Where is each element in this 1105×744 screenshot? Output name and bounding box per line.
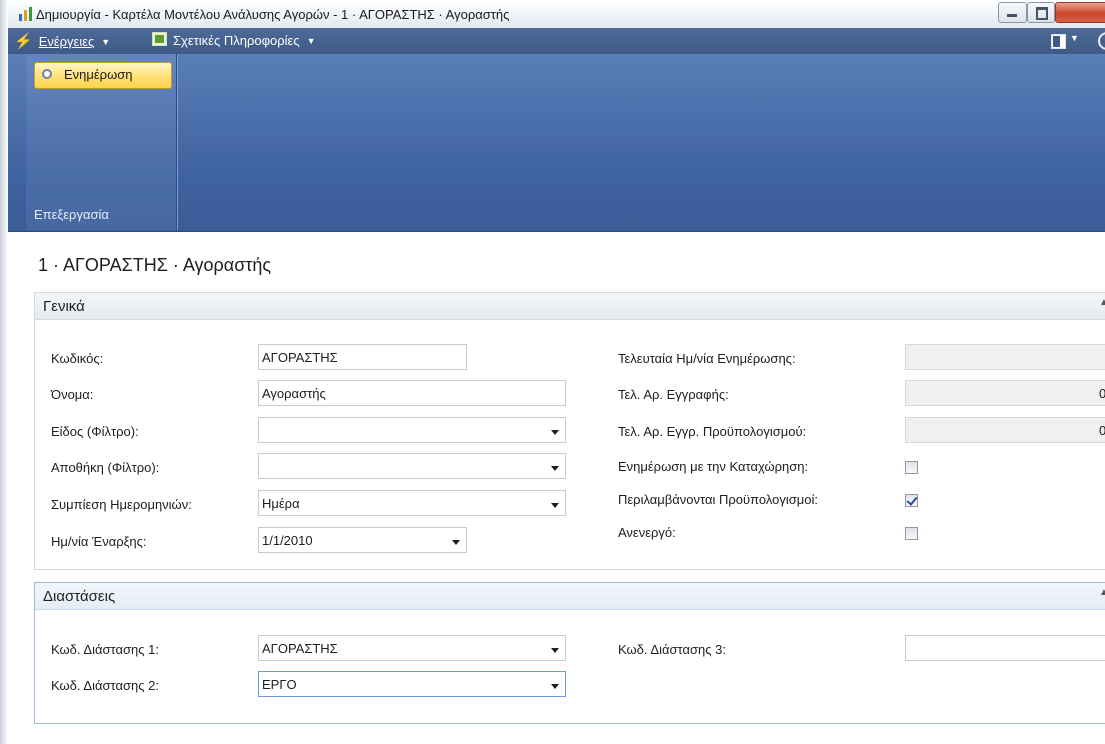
dimension-1-value: ΑΓΟΡΑΣΤΗΣ [262,641,338,656]
location-filter-dropdown[interactable] [258,453,566,479]
name-value: Αγοραστής [262,386,326,401]
general-section-title: Γενικά [43,298,85,315]
chevron-down-icon [551,503,559,508]
panel-toggle-icon[interactable] [1051,34,1066,49]
dimension-2-value: ΕΡΓΟ [262,677,297,692]
minimize-button[interactable] [998,2,1027,23]
last-entry-no-value: 0 [1099,386,1105,401]
refresh-button[interactable]: Ενημέρωση [34,62,172,89]
dimension-1-label: Κωδ. Διάστασης 1: [51,642,159,657]
date-compression-dropdown[interactable]: Ημέρα [258,490,566,516]
dimension-1-dropdown[interactable]: ΑΓΟΡΑΣΤΗΣ [258,635,566,661]
starting-date-value: 1/1/2010 [262,533,313,548]
last-entry-no-field: 0 [905,380,1105,406]
app-icon [19,7,32,21]
general-section-header[interactable]: Γενικά ▲ [35,293,1105,320]
name-label: Όνομα: [51,387,94,402]
minimize-icon [1007,14,1017,17]
code-value: ΑΓΟΡΑΣΤΗΣ [262,350,338,365]
chevron-down-icon [452,540,460,545]
include-budgets-label: Περιλαμβάνονται Προϋπολογισμοί: [618,492,819,507]
refresh-icon [42,69,52,79]
location-filter-label: Αποθήκη (Φίλτρο): [51,460,160,475]
last-budget-entry-no-field: 0 [905,417,1105,443]
date-compression-label: Συμπίεση Ημερομηνιών: [51,497,192,512]
related-info-menu[interactable]: Σχετικές Πληροφορίες ▼ [152,32,316,50]
ribbon: Ενημέρωση Επεξεργασία [8,54,1105,232]
update-on-posting-checkbox[interactable] [905,461,918,474]
code-label: Κωδικός: [51,351,104,366]
ribbon-group-process: Ενημέρωση Επεξεργασία [26,54,177,230]
maximize-icon [1036,7,1048,20]
info-icon [152,32,167,46]
chevron-down-icon: ▼ [101,37,111,47]
last-date-updated-label: Τελευταία Ημ/νία Ενημέρωσης: [618,351,796,366]
lightning-icon: ⚡ [14,33,33,50]
title-bar: Δημιουργία - Καρτέλα Μοντέλου Ανάλυσης Α… [8,0,1105,29]
collapse-icon[interactable]: ▲ [1099,297,1105,308]
help-icon[interactable] [1098,32,1105,50]
related-info-menu-label: Σχετικές Πληροφορίες [173,33,300,48]
chevron-down-icon[interactable]: ▼ [1070,33,1079,43]
chevron-down-icon [551,684,559,689]
dimension-3-label: Κωδ. Διάστασης 3: [618,642,726,657]
chevron-down-icon: ▼ [306,36,316,46]
update-on-posting-label: Ενημέρωση με την Καταχώρηση: [618,459,809,474]
item-filter-label: Είδος (Φίλτρο): [51,424,139,439]
blocked-checkbox[interactable] [905,527,918,540]
ribbon-group-label: Επεξεργασία [34,207,109,222]
collapse-icon[interactable]: ▲ [1099,587,1105,598]
refresh-button-label: Ενημέρωση [64,67,133,82]
page-title: 1 · ΑΓΟΡΑΣΤΗΣ · Αγοραστής [38,255,272,275]
starting-date-field[interactable]: 1/1/2010 [258,527,467,553]
dimensions-section-title: Διαστάσεις [43,588,116,605]
last-budget-entry-no-label: Τελ. Αρ. Εγγρ. Προϋπολογισμού: [618,424,807,439]
last-budget-entry-no-value: 0 [1099,423,1105,438]
general-section: Γενικά ▲ Κωδικός: ΑΓΟΡΑΣΤΗΣ Όνομα: Αγορα… [34,292,1105,570]
dimensions-section: Διαστάσεις ▲ Κωδ. Διάστασης 1: ΑΓΟΡΑΣΤΗΣ… [34,582,1105,724]
item-filter-dropdown[interactable] [258,417,566,443]
starting-date-label: Ημ/νία Έναρξης: [51,534,147,549]
window-title: Δημιουργία - Καρτέλα Μοντέλου Ανάλυσης Α… [36,7,510,22]
app-left-edge [0,0,8,744]
actions-menu[interactable]: ⚡ Ενέργειες ▼ [14,32,110,50]
actions-menu-label: Ενέργειες [38,34,95,49]
last-date-updated-field [905,344,1105,370]
chevron-down-icon [551,430,559,435]
last-entry-no-label: Τελ. Αρ. Εγγραφής: [618,387,729,402]
dimension-2-dropdown[interactable]: ΕΡΓΟ [258,671,566,697]
menu-bar: ⚡ Ενέργειες ▼ Σχετικές Πληροφορίες ▼ ▼ [8,28,1105,54]
window: Δημιουργία - Καρτέλα Μοντέλου Ανάλυσης Α… [0,0,1105,744]
name-field[interactable]: Αγοραστής [258,380,566,406]
close-button[interactable] [1055,2,1105,23]
dimension-3-dropdown[interactable] [905,635,1105,661]
chevron-down-icon [551,648,559,653]
chevron-down-icon [551,466,559,471]
dimensions-section-header[interactable]: Διαστάσεις ▲ [35,583,1105,610]
maximize-button[interactable] [1027,2,1055,23]
code-field[interactable]: ΑΓΟΡΑΣΤΗΣ [258,344,467,370]
include-budgets-checkbox[interactable] [905,494,918,507]
blocked-label: Ανενεργό: [618,525,676,540]
date-compression-value: Ημέρα [262,496,300,511]
dimension-2-label: Κωδ. Διάστασης 2: [51,678,159,693]
